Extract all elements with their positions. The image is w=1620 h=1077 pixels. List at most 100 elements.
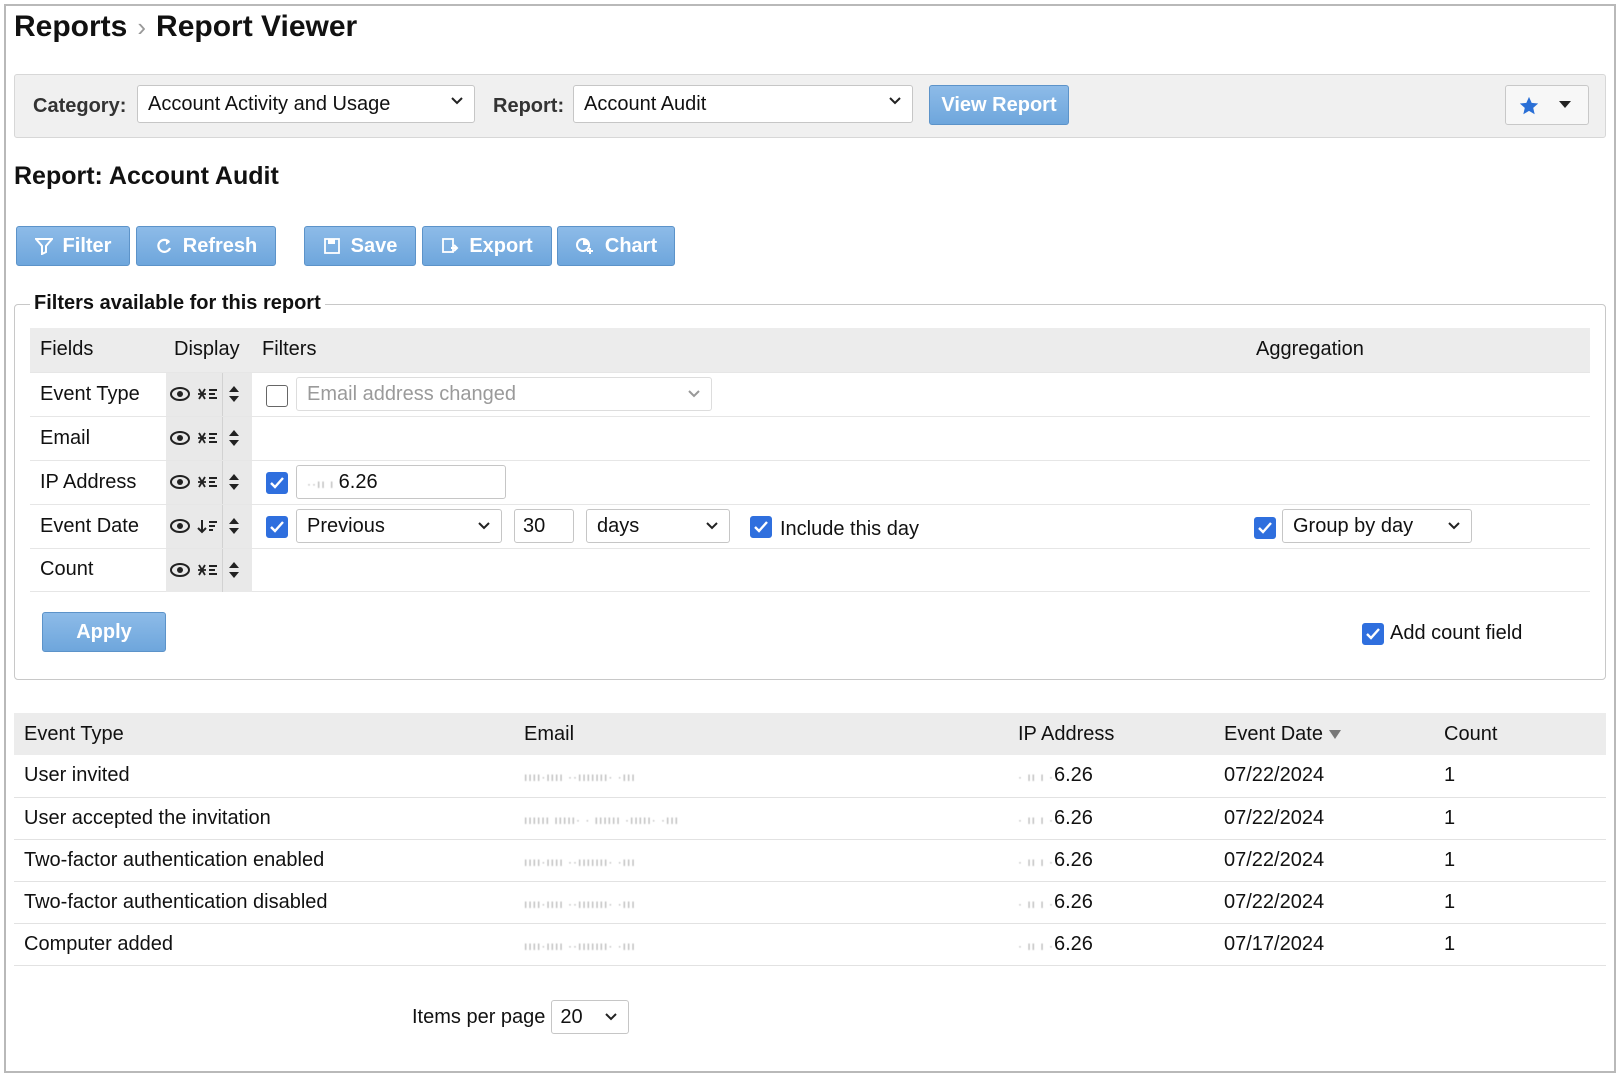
save-button[interactable]: Save — [304, 226, 416, 266]
refresh-button[interactable]: Refresh — [136, 226, 276, 266]
ip-cell: · ıı ı ·6.26 — [1008, 797, 1214, 840]
filter-row-ip-address: IP Address ··ıı ı 6.26 — [30, 459, 1590, 504]
date-period-value: Previous — [307, 514, 385, 537]
items-per-page-value: 20 — [560, 1006, 583, 1028]
event-type-filter-select[interactable]: Email address changed — [296, 376, 712, 411]
arrow-up-icon[interactable] — [228, 386, 239, 392]
sort-order-icon[interactable] — [194, 549, 222, 592]
breadcrumb-reports-link[interactable]: Reports — [14, 10, 127, 44]
view-report-button[interactable]: View Report — [929, 85, 1069, 125]
ip-value: 6.26 — [1054, 806, 1093, 829]
caret-down-icon — [1559, 101, 1571, 108]
count-cell: 1 — [1434, 923, 1606, 966]
category-select[interactable]: Account Activity and Usage — [137, 85, 475, 123]
sort-desc-icon — [1328, 729, 1341, 739]
filter-button[interactable]: Filter — [16, 226, 130, 266]
ip-filter-input[interactable]: ··ıı ı 6.26 — [296, 464, 506, 499]
arrow-up-icon[interactable] — [228, 430, 239, 436]
col-event-date[interactable]: Event Date — [1214, 713, 1434, 755]
date-unit-select[interactable]: days — [586, 508, 730, 543]
date-cell: 07/22/2024 — [1214, 797, 1434, 840]
filters-table: Fields Display Filters Aggregation Event… — [30, 328, 1590, 592]
display-header: Display — [166, 328, 252, 372]
sort-order-icon[interactable] — [194, 417, 222, 460]
arrow-down-icon[interactable] — [228, 440, 239, 446]
aggregation-cell — [1246, 371, 1590, 416]
chevron-down-icon — [451, 97, 463, 105]
col-event-type[interactable]: Event Type — [14, 713, 514, 755]
event-date-filter-checkbox[interactable] — [266, 515, 288, 538]
table-row[interactable]: Two-factor authentication disabled ıııı·… — [14, 881, 1606, 924]
apply-button[interactable]: Apply — [42, 612, 166, 652]
page-title: Report Viewer — [156, 10, 358, 43]
move-row-arrows[interactable] — [222, 416, 244, 460]
ip-value: 6.26 — [1054, 764, 1093, 787]
export-button[interactable]: Export — [422, 226, 552, 266]
sort-order-icon[interactable] — [194, 461, 222, 504]
field-name: Email — [30, 415, 166, 460]
move-row-arrows[interactable] — [222, 504, 244, 548]
visibility-eye-icon[interactable] — [166, 373, 194, 416]
aggregation-checkbox[interactable] — [1254, 516, 1276, 539]
report-label: Report: — [493, 95, 565, 117]
redacted-ip-prefix: · ıı ı · — [1018, 812, 1054, 827]
date-amount-input[interactable]: 30 — [514, 508, 574, 543]
table-row[interactable]: Computer added ıııı·ıııı ··ııııııı· ·ııı… — [14, 923, 1606, 966]
date-cell: 07/22/2024 — [1214, 755, 1434, 798]
aggregation-value: Group by day — [1293, 514, 1414, 537]
chevron-down-icon — [706, 521, 718, 529]
include-this-day-checkbox[interactable] — [750, 515, 772, 538]
field-name: IP Address — [30, 459, 166, 504]
ip-cell: · ıı ı ·6.26 — [1008, 755, 1214, 798]
report-heading: Report: Account Audit — [14, 162, 279, 190]
visibility-eye-icon[interactable] — [166, 549, 194, 592]
arrow-down-icon[interactable] — [228, 396, 239, 402]
move-row-arrows[interactable] — [222, 548, 244, 592]
col-ip-address[interactable]: IP Address — [1008, 713, 1214, 755]
ip-filter-checkbox[interactable] — [266, 471, 288, 494]
add-count-checkbox[interactable] — [1362, 622, 1384, 645]
arrow-down-icon[interactable] — [228, 528, 239, 534]
floppy-disk-icon — [323, 238, 340, 254]
filter-cell: Email address changed — [252, 371, 1246, 416]
chart-button[interactable]: Chart — [557, 226, 675, 266]
results-header-row: Event Type Email IP Address Event Date C… — [14, 713, 1606, 755]
apply-label: Apply — [76, 620, 132, 643]
favorites-button[interactable] — [1505, 85, 1589, 125]
arrow-up-icon[interactable] — [228, 518, 239, 524]
filter-cell — [252, 415, 1246, 460]
table-row[interactable]: Two-factor authentication enabled ıııı·ı… — [14, 839, 1606, 882]
report-select[interactable]: Account Audit — [573, 85, 913, 123]
arrow-down-icon[interactable] — [228, 572, 239, 578]
col-count[interactable]: Count — [1434, 713, 1606, 755]
ip-value: 6.26 — [1054, 932, 1093, 955]
category-label: Category: — [33, 95, 127, 117]
table-row[interactable]: User accepted the invitation ıııııı ıııı… — [14, 797, 1606, 840]
ip-filter-value: 6.26 — [338, 470, 378, 493]
event-type-cell: Two-factor authentication disabled — [14, 881, 514, 924]
items-per-page-select[interactable]: 20 — [551, 1000, 630, 1034]
sort-order-icon[interactable] — [194, 373, 222, 416]
export-icon — [442, 238, 459, 253]
ip-value: 6.26 — [1054, 890, 1093, 913]
filter-cell: ··ıı ı 6.26 — [252, 459, 1246, 504]
funnel-icon — [34, 238, 53, 255]
move-row-arrows[interactable] — [222, 460, 244, 504]
sort-descending-icon[interactable] — [194, 505, 222, 548]
visibility-eye-icon[interactable] — [166, 461, 194, 504]
event-type-filter-checkbox[interactable] — [266, 384, 288, 407]
aggregation-select[interactable]: Group by day — [1282, 508, 1472, 543]
arrow-up-icon[interactable] — [228, 562, 239, 568]
move-row-arrows[interactable] — [222, 372, 244, 416]
chart-add-icon — [575, 238, 593, 254]
visibility-eye-icon[interactable] — [166, 417, 194, 460]
date-period-select[interactable]: Previous — [296, 508, 502, 543]
count-cell: 1 — [1434, 755, 1606, 798]
table-row[interactable]: User invited ıııı·ıııı ··ııııııı· ·ııı ·… — [14, 755, 1606, 798]
visibility-eye-icon[interactable] — [166, 505, 194, 548]
col-email[interactable]: Email — [514, 713, 1008, 755]
count-cell: 1 — [1434, 881, 1606, 924]
arrow-down-icon[interactable] — [228, 484, 239, 490]
arrow-up-icon[interactable] — [228, 474, 239, 480]
report-select-value: Account Audit — [584, 93, 707, 115]
